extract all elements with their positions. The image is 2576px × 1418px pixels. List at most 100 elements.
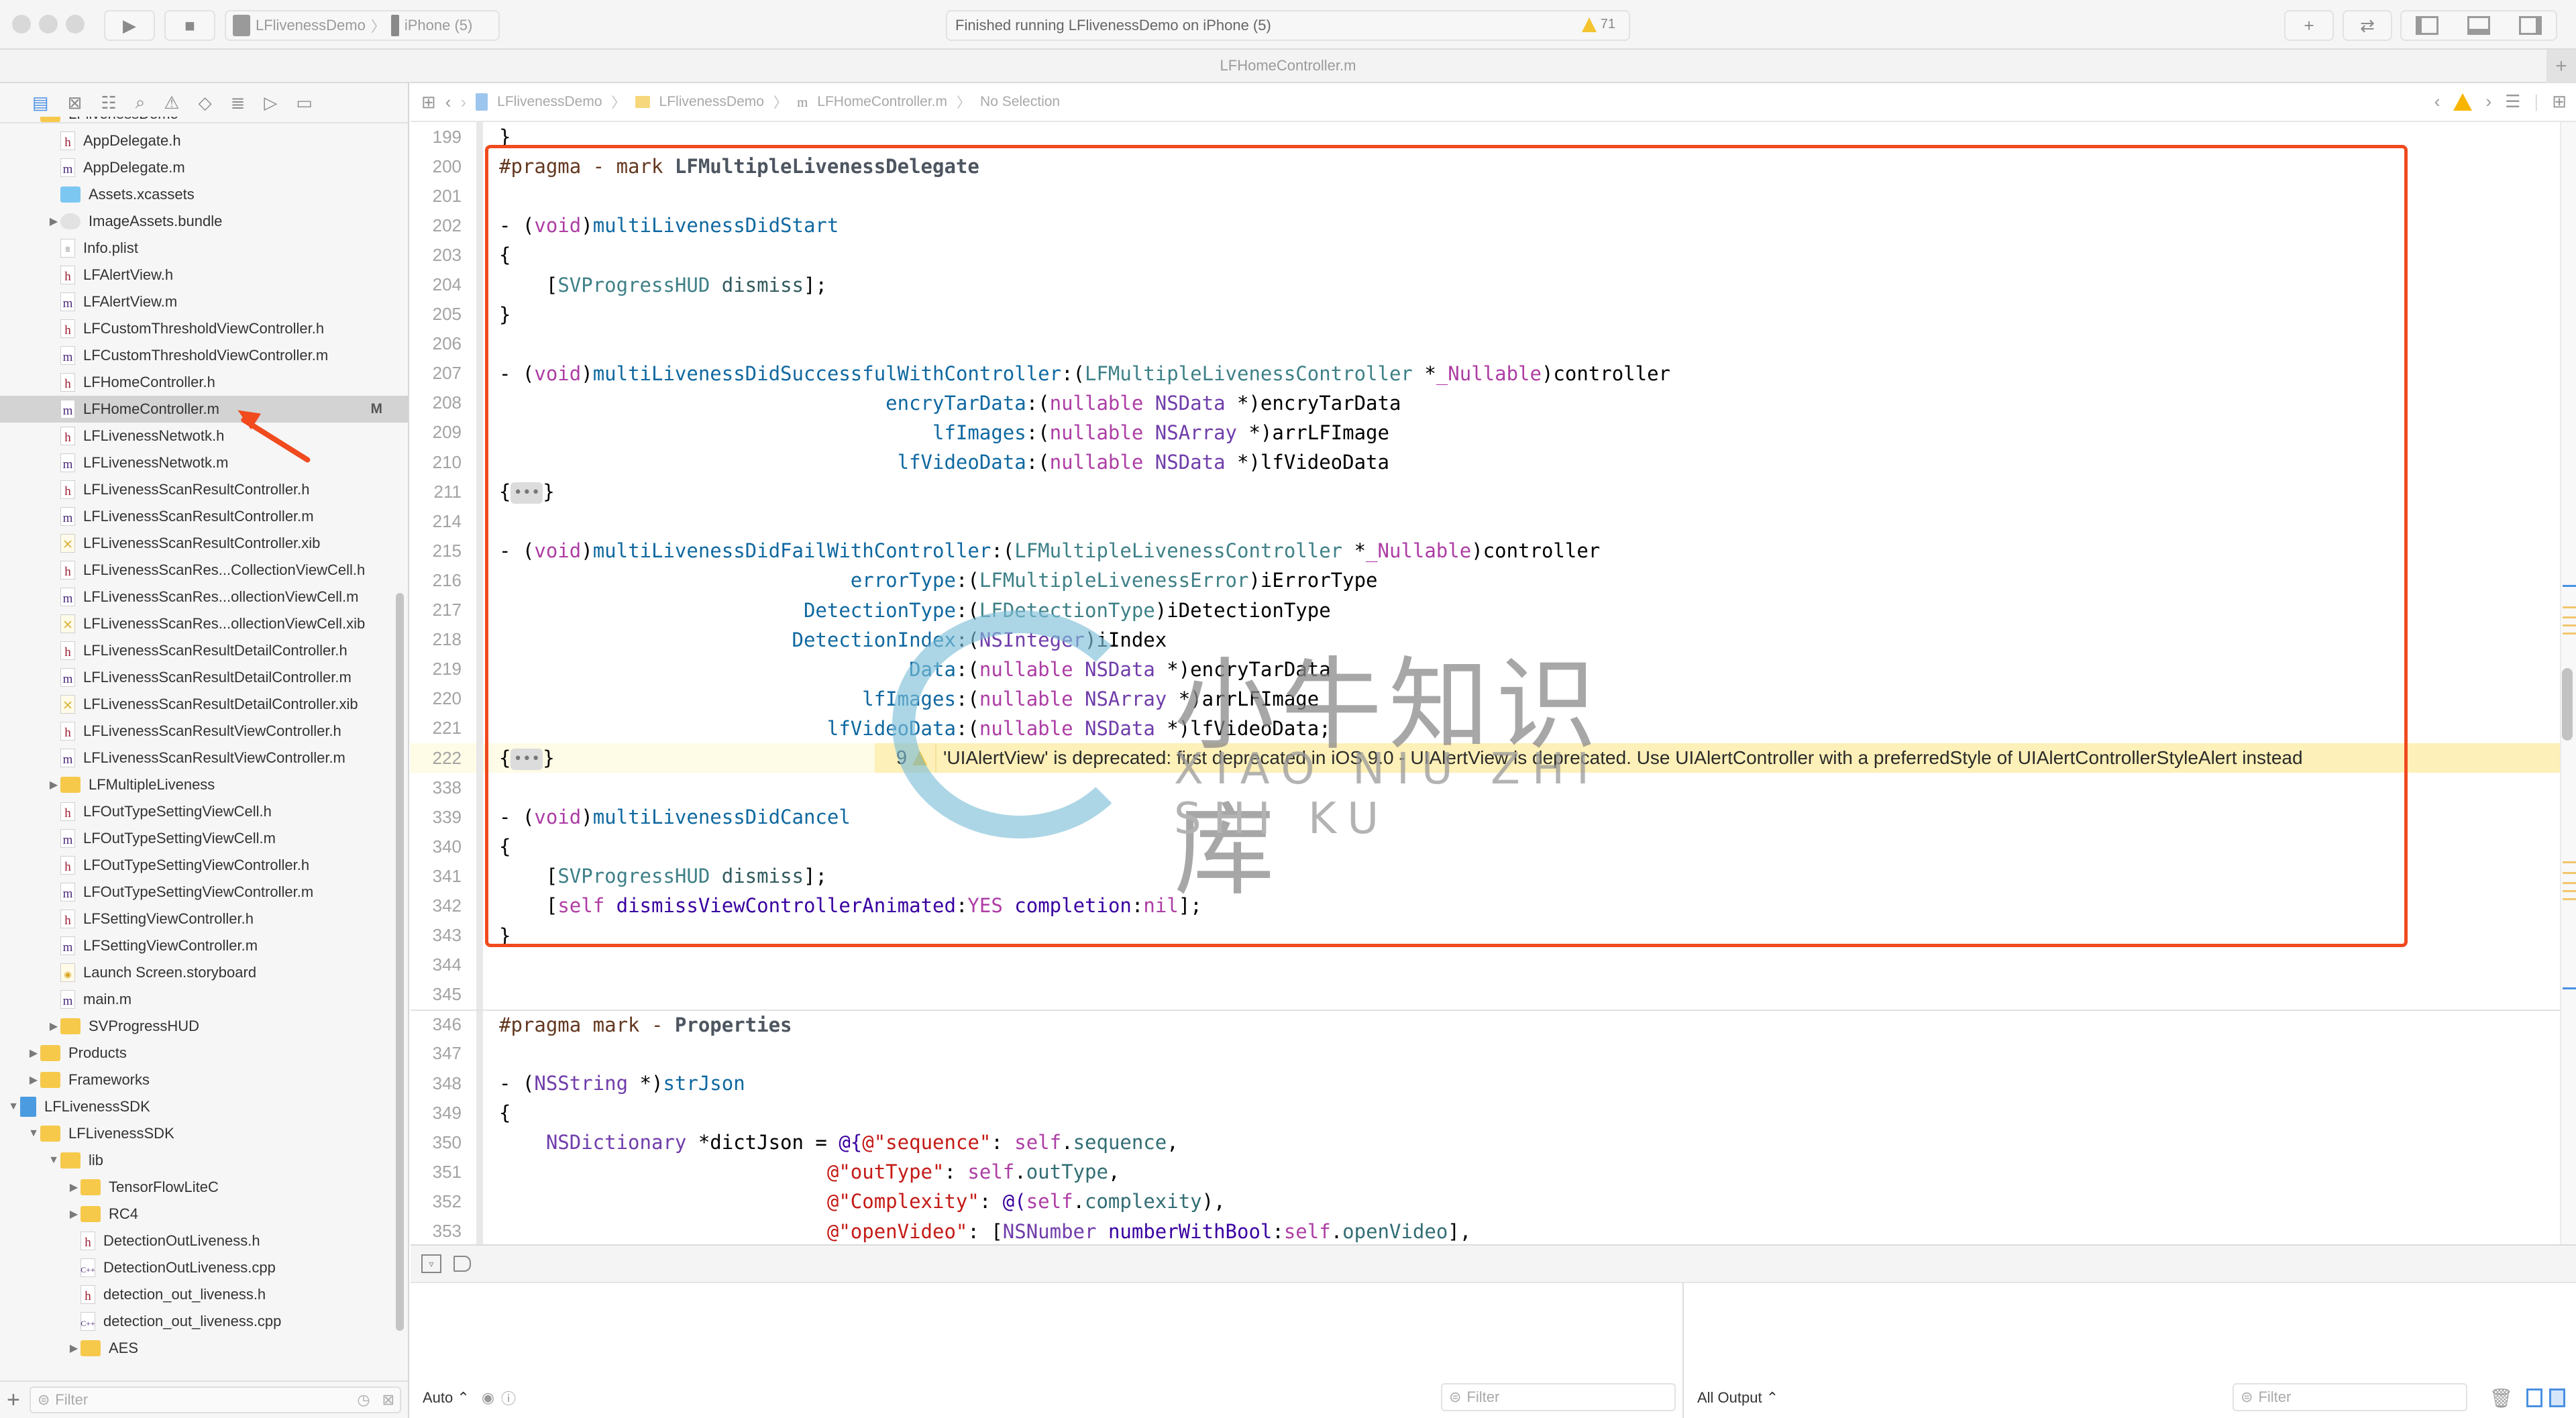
code-folding-ribbon[interactable] — [476, 1010, 483, 1039]
code-line[interactable]: 218 DetectionIndex:(NSInteger)iIndex — [411, 624, 2560, 655]
line-number[interactable]: 199 — [411, 127, 476, 148]
line-number[interactable]: 208 — [411, 392, 476, 413]
disclosure-closed-icon[interactable]: ▶ — [27, 1046, 40, 1060]
file-tree-item[interactable]: ✕ LFLivenessScanResultDetailController.xi… — [0, 691, 408, 718]
code-line[interactable]: 345 — [411, 979, 2560, 1010]
line-number[interactable]: 348 — [411, 1073, 476, 1094]
file-tree-item[interactable]: m LFLivenessNetwotk.m — [0, 449, 408, 476]
trash-icon[interactable]: 🗑 — [2489, 1387, 2513, 1409]
line-number[interactable]: 202 — [411, 215, 476, 236]
code-line[interactable]: 346 #pragma mark - Properties — [411, 1009, 2560, 1039]
file-tree-item[interactable]: h AppDelegate.h — [0, 127, 408, 154]
file-tree-item[interactable]: ✕ LFLivenessScanRes...ollectionViewCell.x… — [0, 610, 408, 637]
code-line[interactable]: 344 — [411, 950, 2560, 980]
line-number[interactable]: 219 — [411, 659, 476, 679]
warning-icon[interactable] — [2453, 93, 2473, 111]
console-scope-select[interactable]: All Output ⌃ — [1697, 1389, 1778, 1407]
code-folding-ribbon[interactable] — [476, 1069, 483, 1099]
forward-icon[interactable]: › — [460, 92, 466, 113]
code-folding-ribbon[interactable] — [476, 979, 483, 1010]
split-right-icon[interactable] — [2549, 1388, 2565, 1407]
debug-toggle-icon[interactable] — [2467, 16, 2490, 35]
code-folding-ribbon[interactable] — [476, 832, 483, 862]
file-tree-item[interactable]: m LFLivenessScanRes...ollectionViewCell.m — [0, 584, 408, 610]
inspector-toggle-icon[interactable] — [2518, 16, 2542, 35]
eye-icon[interactable]: ◉ — [482, 1389, 494, 1407]
breadcrumb-project[interactable]: LFlivenessDemo — [497, 94, 602, 110]
file-tree-item[interactable]: C++ DetectionOutLiveness.cpp — [0, 1254, 408, 1281]
code-folding-ribbon[interactable] — [476, 388, 483, 418]
search-icon[interactable]: ⌕ — [136, 92, 146, 113]
stop-button[interactable]: ■ — [164, 10, 215, 41]
line-number[interactable]: 346 — [411, 1014, 476, 1035]
file-tree-item[interactable]: h LFLivenessScanResultController.h — [0, 476, 408, 503]
code-line[interactable]: 204 [SVProgressHUD dismiss]; — [411, 270, 2560, 300]
file-tree-item[interactable]: h LFCustomThresholdViewController.h — [0, 315, 408, 342]
code-folding-ribbon[interactable] — [476, 477, 483, 507]
breadcrumb-symbol[interactable]: No Selection — [980, 94, 1060, 110]
line-number[interactable]: 210 — [411, 452, 476, 473]
code-folding-ribbon[interactable] — [476, 654, 483, 684]
line-number[interactable]: 220 — [411, 688, 476, 709]
code-line[interactable]: 199} — [411, 122, 2560, 152]
add-file-icon[interactable]: + — [7, 1387, 20, 1413]
disclosure-closed-icon[interactable]: ▶ — [27, 1073, 40, 1087]
code-line[interactable]: 200 #pragma - mark LFMultipleLivenessDele… — [411, 152, 2560, 182]
file-tree-item[interactable]: m LFOutTypeSettingViewCell.m — [0, 825, 408, 852]
code-folding-ribbon[interactable] — [476, 211, 483, 241]
debug-list-icon[interactable]: ≣ — [231, 93, 246, 113]
file-tree-item[interactable]: ▶ Products — [0, 1040, 408, 1067]
code-line[interactable]: 347 — [411, 1038, 2560, 1069]
line-number[interactable]: 347 — [411, 1043, 476, 1064]
file-tree-item[interactable]: h LFOutTypeSettingViewCell.h — [0, 798, 408, 825]
file-tree-item[interactable]: m LFCustomThresholdViewController.m — [0, 342, 408, 369]
code-line[interactable]: 353 @"openVideo": [NSNumber numberWithBo… — [411, 1216, 2560, 1244]
code-folding-ribbon[interactable] — [476, 1038, 483, 1069]
library-button[interactable]: + — [2284, 10, 2334, 41]
code-folding-ribbon[interactable] — [476, 1098, 483, 1128]
file-tree-item[interactable]: ◉ Launch Screen.storyboard — [0, 959, 408, 986]
code-line[interactable]: 202 - (void)multiLivenessDidStart — [411, 211, 2560, 241]
source-editor[interactable]: 199} 200 #pragma - mark LFMultipleLiveness… — [411, 122, 2560, 1244]
file-tree-item[interactable]: m LFSettingViewController.m — [0, 932, 408, 959]
new-tab-button[interactable]: + — [2546, 50, 2576, 83]
code-line[interactable]: 339 - (void)multiLivenessDidCancel — [411, 802, 2560, 832]
code-line[interactable]: 340 { — [411, 832, 2560, 862]
file-tree-item[interactable]: ▼ LFLivenessSDK — [0, 1093, 408, 1120]
warning-count-badge[interactable]: 9 — [875, 743, 936, 773]
file-tree-item[interactable]: m LFHomeController.m M — [0, 396, 408, 423]
file-tree-item[interactable]: m LFLivenessScanResultDetailController.m — [0, 664, 408, 691]
line-number[interactable]: 344 — [411, 955, 476, 975]
code-line[interactable]: 220 lfImages:(nullable NSArray *)arrLFIm… — [411, 684, 2560, 714]
symbol-hierarchy-icon[interactable]: ☷ — [101, 93, 116, 113]
line-number[interactable]: 221 — [411, 718, 476, 739]
code-line[interactable]: 205} — [411, 299, 2560, 329]
file-tree-item[interactable]: ▶ RC4 — [0, 1201, 408, 1228]
file-tree-item[interactable]: h LFOutTypeSettingViewController.h — [0, 852, 408, 879]
navigator-scrollbar[interactable] — [396, 593, 404, 1331]
file-tree-item[interactable]: m main.m — [0, 986, 408, 1013]
device-name[interactable]: iPhone (5) — [405, 17, 473, 34]
code-folding-ribbon[interactable] — [476, 743, 483, 773]
disclosure-closed-icon[interactable]: ▶ — [47, 215, 60, 228]
source-control-filter-icon[interactable]: ⊠ — [382, 1391, 394, 1409]
console-view[interactable]: All Output ⌃ ⊜ Filter 🗑 — [1685, 1283, 2576, 1418]
file-tree-item[interactable]: m AppDelegate.m — [0, 154, 408, 181]
code-folding-ribbon[interactable] — [476, 950, 483, 980]
run-button[interactable]: ▶ — [104, 10, 155, 41]
code-line[interactable]: 201 — [411, 181, 2560, 211]
file-tree-item[interactable]: Assets.xcassets — [0, 181, 408, 208]
line-number[interactable]: 215 — [411, 541, 476, 561]
file-tree-item[interactable]: ▼ lib — [0, 1147, 408, 1174]
file-tree-item[interactable]: ✕ LFLivenessScanResultController.xib — [0, 530, 408, 557]
line-number[interactable]: 201 — [411, 186, 476, 207]
disclosure-closed-icon[interactable]: ▶ — [67, 1342, 80, 1355]
code-line[interactable]: 210 lfVideoData:(nullable NSData *)lfVid… — [411, 447, 2560, 478]
code-folding-ribbon[interactable] — [476, 1216, 483, 1244]
code-line[interactable]: 221 lfVideoData:(nullable NSData *)lfVid… — [411, 713, 2560, 743]
code-line[interactable]: 206 — [411, 329, 2560, 359]
line-number[interactable]: 207 — [411, 363, 476, 384]
file-tree-item[interactable]: m LFLivenessScanResultController.m — [0, 503, 408, 530]
line-number[interactable]: 343 — [411, 925, 476, 946]
disclosure-open-icon[interactable]: ▼ — [47, 1154, 60, 1166]
